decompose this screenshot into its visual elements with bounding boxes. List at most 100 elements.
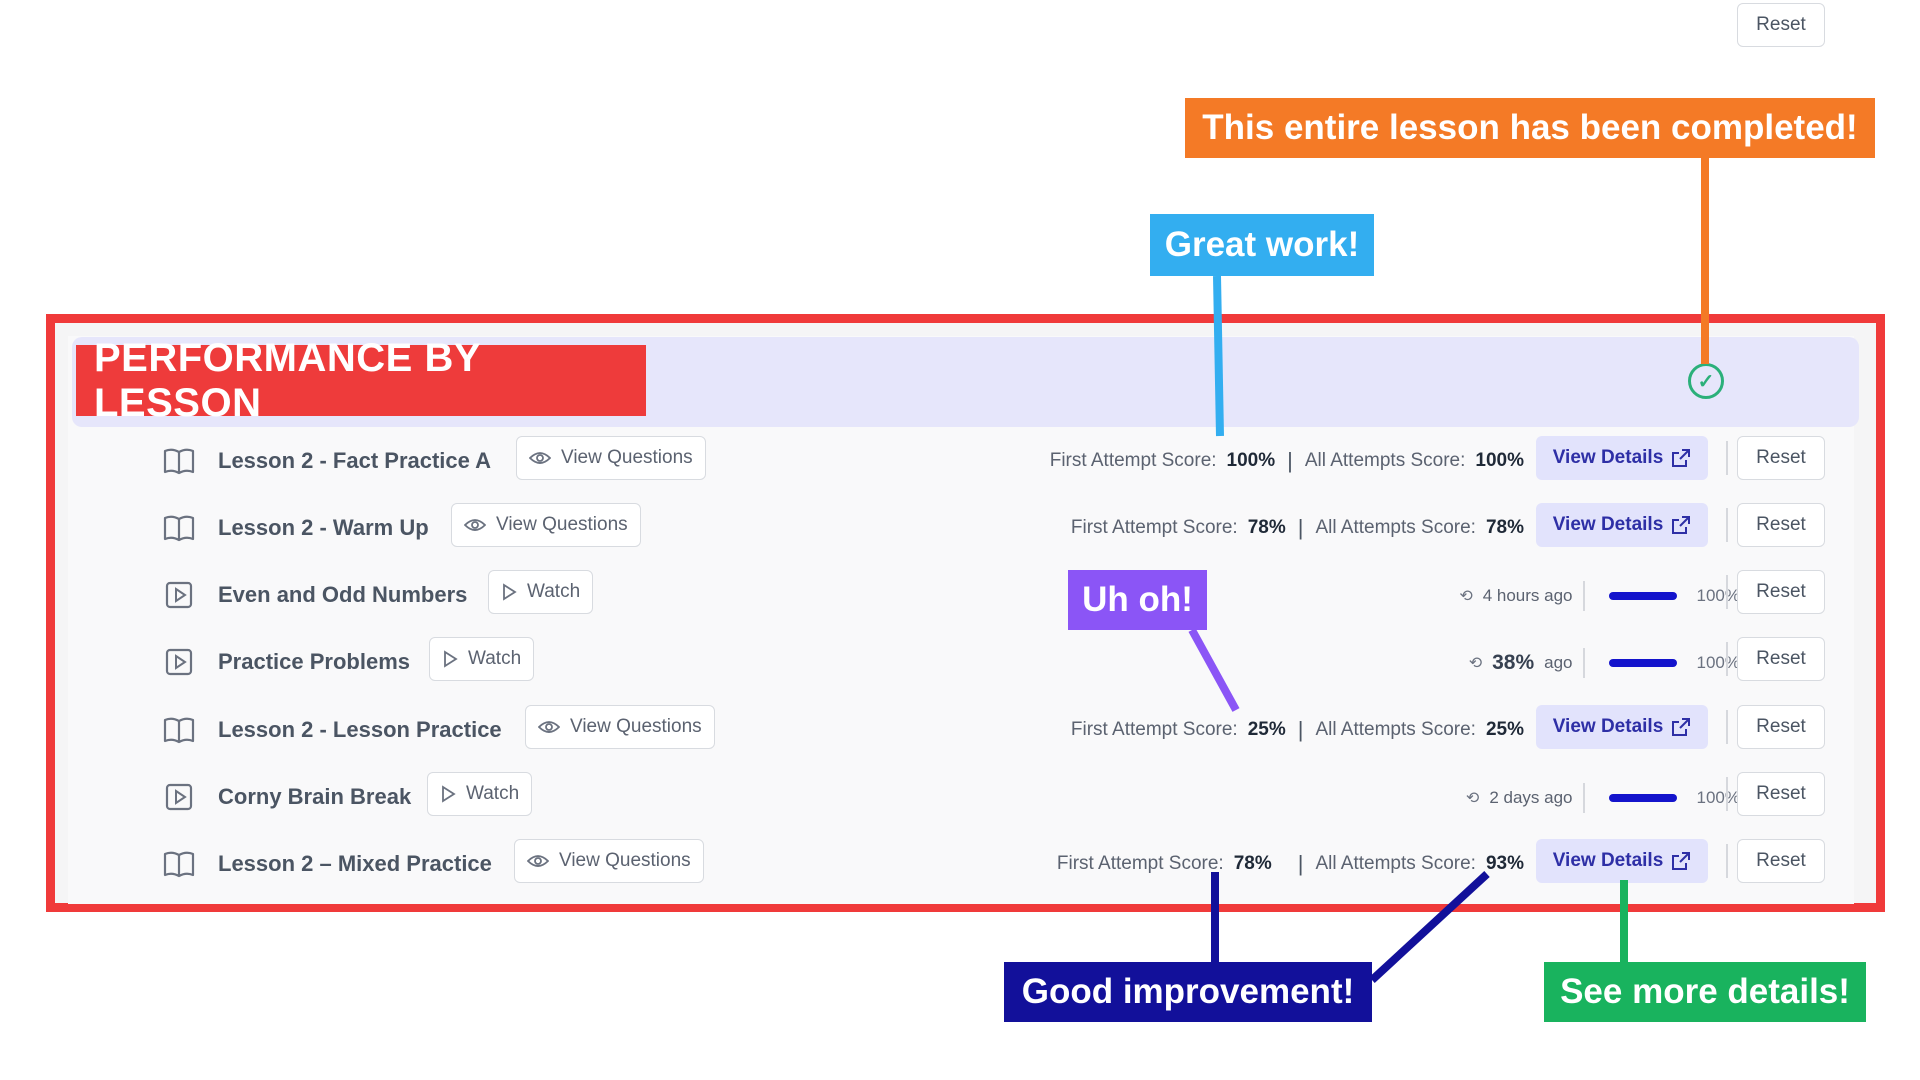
- divider: [1726, 642, 1728, 676]
- book-icon: [163, 848, 195, 880]
- item-title: Even and Odd Numbers: [218, 582, 468, 607]
- progress-label: 100%: [1696, 788, 1740, 807]
- button-label: View Questions: [570, 716, 702, 737]
- last-watched-time: ago: [1544, 653, 1573, 672]
- history-icon: ⟲: [1468, 655, 1483, 672]
- list-item: Lesson 2 – Mixed Practice View Questions…: [80, 836, 1840, 896]
- play-icon: [503, 583, 517, 601]
- overlap-text: 38%: [1492, 651, 1535, 674]
- list-item: Practice Problems Watch ⟲ 38% ago 100% R…: [80, 634, 1840, 694]
- play-square-icon: [163, 579, 195, 611]
- view-details-button[interactable]: View Details: [1536, 436, 1708, 480]
- all-attempts-label: All Attempts Score:: [1315, 719, 1476, 740]
- button-label: View Details: [1552, 447, 1664, 468]
- score-summary: First Attempt Score: 78% | All Attempts …: [1070, 515, 1524, 540]
- view-details-button[interactable]: View Details: [1536, 503, 1708, 547]
- eye-icon: [538, 721, 560, 733]
- reset-button[interactable]: Reset: [1737, 570, 1825, 614]
- button-label: View Details: [1552, 514, 1664, 535]
- score-summary: First Attempt Score: 100% | All Attempts…: [1049, 448, 1524, 473]
- item-title: Lesson 2 - Lesson Practice: [218, 717, 502, 742]
- progress-label: 100%: [1696, 586, 1740, 605]
- callout-see-details: See more details!: [1544, 962, 1866, 1022]
- view-questions-button[interactable]: View Questions: [516, 436, 706, 480]
- divider: [1726, 441, 1728, 475]
- divider: [1726, 575, 1728, 609]
- button-label: View Questions: [561, 447, 693, 468]
- reset-button[interactable]: Reset: [1737, 705, 1825, 749]
- score-summary: First Attempt Score: 25% | All Attempts …: [1070, 717, 1524, 742]
- view-questions-button[interactable]: View Questions: [514, 839, 704, 883]
- progress-bar: [1608, 659, 1677, 667]
- item-title: Lesson 2 - Warm Up: [218, 515, 429, 540]
- first-attempt-score: 78%: [1233, 853, 1272, 874]
- all-attempts-label: All Attempts Score:: [1315, 853, 1476, 874]
- last-watched-time: 2 days ago: [1489, 788, 1573, 807]
- last-watched-time: 4 hours ago: [1482, 586, 1573, 605]
- reset-button[interactable]: Reset: [1737, 637, 1825, 681]
- callout-great-work: Great work!: [1150, 214, 1374, 276]
- all-attempts-score: 78%: [1485, 517, 1524, 538]
- history-icon: ⟲: [1459, 588, 1473, 605]
- view-questions-button[interactable]: View Questions: [451, 503, 641, 547]
- button-label: View Questions: [559, 850, 691, 871]
- external-link-icon: [1672, 852, 1691, 870]
- book-icon: [163, 714, 195, 746]
- eye-icon: [527, 855, 549, 867]
- item-title: Lesson 2 - Fact Practice A: [218, 448, 492, 473]
- progress-label: 100%: [1696, 653, 1740, 672]
- first-attempt-label: First Attempt Score:: [1070, 719, 1238, 740]
- eye-icon: [529, 452, 551, 464]
- watch-progress: ⟲ 38% ago 100%: [1469, 648, 1740, 678]
- lesson-reset-button[interactable]: Reset: [1737, 3, 1825, 47]
- all-attempts-label: All Attempts Score:: [1315, 517, 1476, 538]
- list-item: Even and Odd Numbers Watch ⟲ 4 hours ago…: [80, 567, 1840, 627]
- progress-bar: [1608, 794, 1677, 802]
- first-attempt-score: 25%: [1247, 719, 1286, 740]
- play-icon: [442, 785, 456, 803]
- list-item: Lesson 2 - Fact Practice A View Question…: [80, 433, 1840, 493]
- reset-button[interactable]: Reset: [1737, 436, 1825, 480]
- all-attempts-score: 93%: [1485, 853, 1524, 874]
- item-title: Corny Brain Break: [218, 784, 412, 809]
- button-label: Watch: [468, 648, 522, 669]
- reset-button[interactable]: Reset: [1737, 839, 1825, 883]
- view-questions-button[interactable]: View Questions: [525, 705, 715, 749]
- watch-button[interactable]: Watch: [429, 637, 535, 681]
- callout-good-improvement: Good improvement!: [1004, 962, 1372, 1022]
- page-title: PERFORMANCE BY LESSON: [76, 336, 646, 425]
- first-attempt-label: First Attempt Score:: [1056, 853, 1224, 874]
- divider: [1726, 710, 1728, 744]
- check-circle-icon: ✓: [1688, 363, 1724, 399]
- play-icon: [444, 650, 458, 668]
- external-link-icon: [1672, 718, 1691, 736]
- watch-progress: ⟲ 2 days ago 100%: [1466, 783, 1740, 813]
- item-title: Lesson 2 – Mixed Practice: [218, 851, 492, 876]
- first-attempt-label: First Attempt Score:: [1049, 450, 1217, 471]
- history-icon: ⟲: [1465, 790, 1480, 807]
- watch-button[interactable]: Watch: [427, 772, 533, 816]
- list-item: Corny Brain Break Watch ⟲ 2 days ago 100…: [80, 769, 1840, 829]
- button-label: View Questions: [496, 514, 628, 535]
- watch-button[interactable]: Watch: [488, 570, 594, 614]
- view-details-button[interactable]: View Details: [1536, 705, 1708, 749]
- callout-uh-oh: Uh oh!: [1068, 570, 1207, 630]
- button-label: Watch: [527, 581, 581, 602]
- first-attempt-score: 100%: [1226, 450, 1276, 471]
- view-details-button[interactable]: View Details: [1536, 839, 1708, 883]
- first-attempt-label: First Attempt Score:: [1070, 517, 1238, 538]
- first-attempt-score: 78%: [1247, 517, 1286, 538]
- reset-button[interactable]: Reset: [1737, 503, 1825, 547]
- book-icon: [163, 445, 195, 477]
- external-link-icon: [1672, 449, 1691, 467]
- divider: [1726, 844, 1728, 878]
- divider: [1726, 777, 1728, 811]
- book-icon: [163, 512, 195, 544]
- eye-icon: [464, 519, 486, 531]
- list-item: Lesson 2 - Lesson Practice View Question…: [80, 702, 1840, 762]
- progress-bar: [1608, 592, 1677, 600]
- all-attempts-score: 25%: [1485, 719, 1524, 740]
- all-attempts-label: All Attempts Score:: [1304, 450, 1466, 471]
- reset-button[interactable]: Reset: [1737, 772, 1825, 816]
- button-label: Watch: [466, 783, 520, 804]
